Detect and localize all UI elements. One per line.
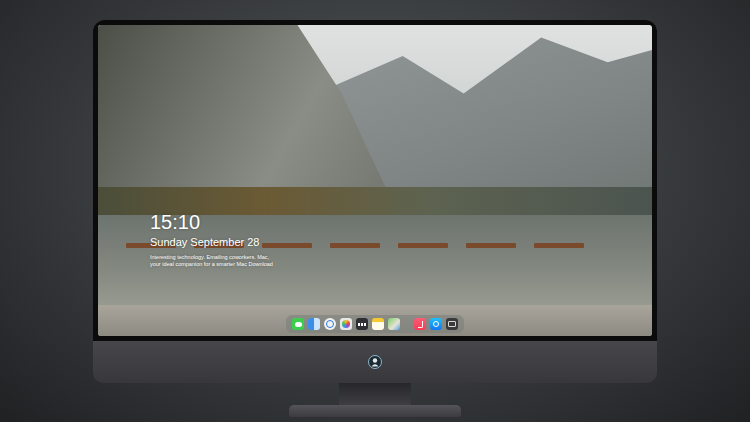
wallpaper-photo [98, 25, 652, 336]
lock-message: Interesting technology. Emailing coworke… [150, 254, 273, 268]
monitor: 15:10 Sunday September 28 Interesting tech… [93, 20, 657, 383]
maps-icon[interactable] [388, 318, 400, 330]
screen-bezel: 15:10 Sunday September 28 Interesting tech… [93, 20, 657, 341]
clock-time: 15:10 [150, 211, 273, 233]
terminal-icon[interactable] [446, 318, 458, 330]
monitor-stand-base [289, 405, 461, 417]
monitor-chin [93, 341, 657, 383]
clock-date: Sunday September 28 [150, 235, 273, 249]
dock [286, 315, 464, 333]
monitor-stand-neck [339, 383, 411, 405]
lock-clock: 15:10 Sunday September 28 Interesting tech… [150, 211, 273, 268]
desktop-background: 15:10 Sunday September 28 Interesting tech… [0, 0, 750, 422]
messages-icon[interactable] [292, 318, 304, 330]
brand-logo-icon [368, 355, 382, 369]
safari-icon[interactable] [324, 318, 336, 330]
lock-screen: 15:10 Sunday September 28 Interesting tech… [98, 25, 652, 336]
music-icon[interactable] [414, 318, 426, 330]
notes-icon[interactable] [372, 318, 384, 330]
video-icon[interactable] [356, 318, 368, 330]
finder-icon[interactable] [308, 318, 320, 330]
appstore-icon[interactable] [430, 318, 442, 330]
photos-icon[interactable] [340, 318, 352, 330]
